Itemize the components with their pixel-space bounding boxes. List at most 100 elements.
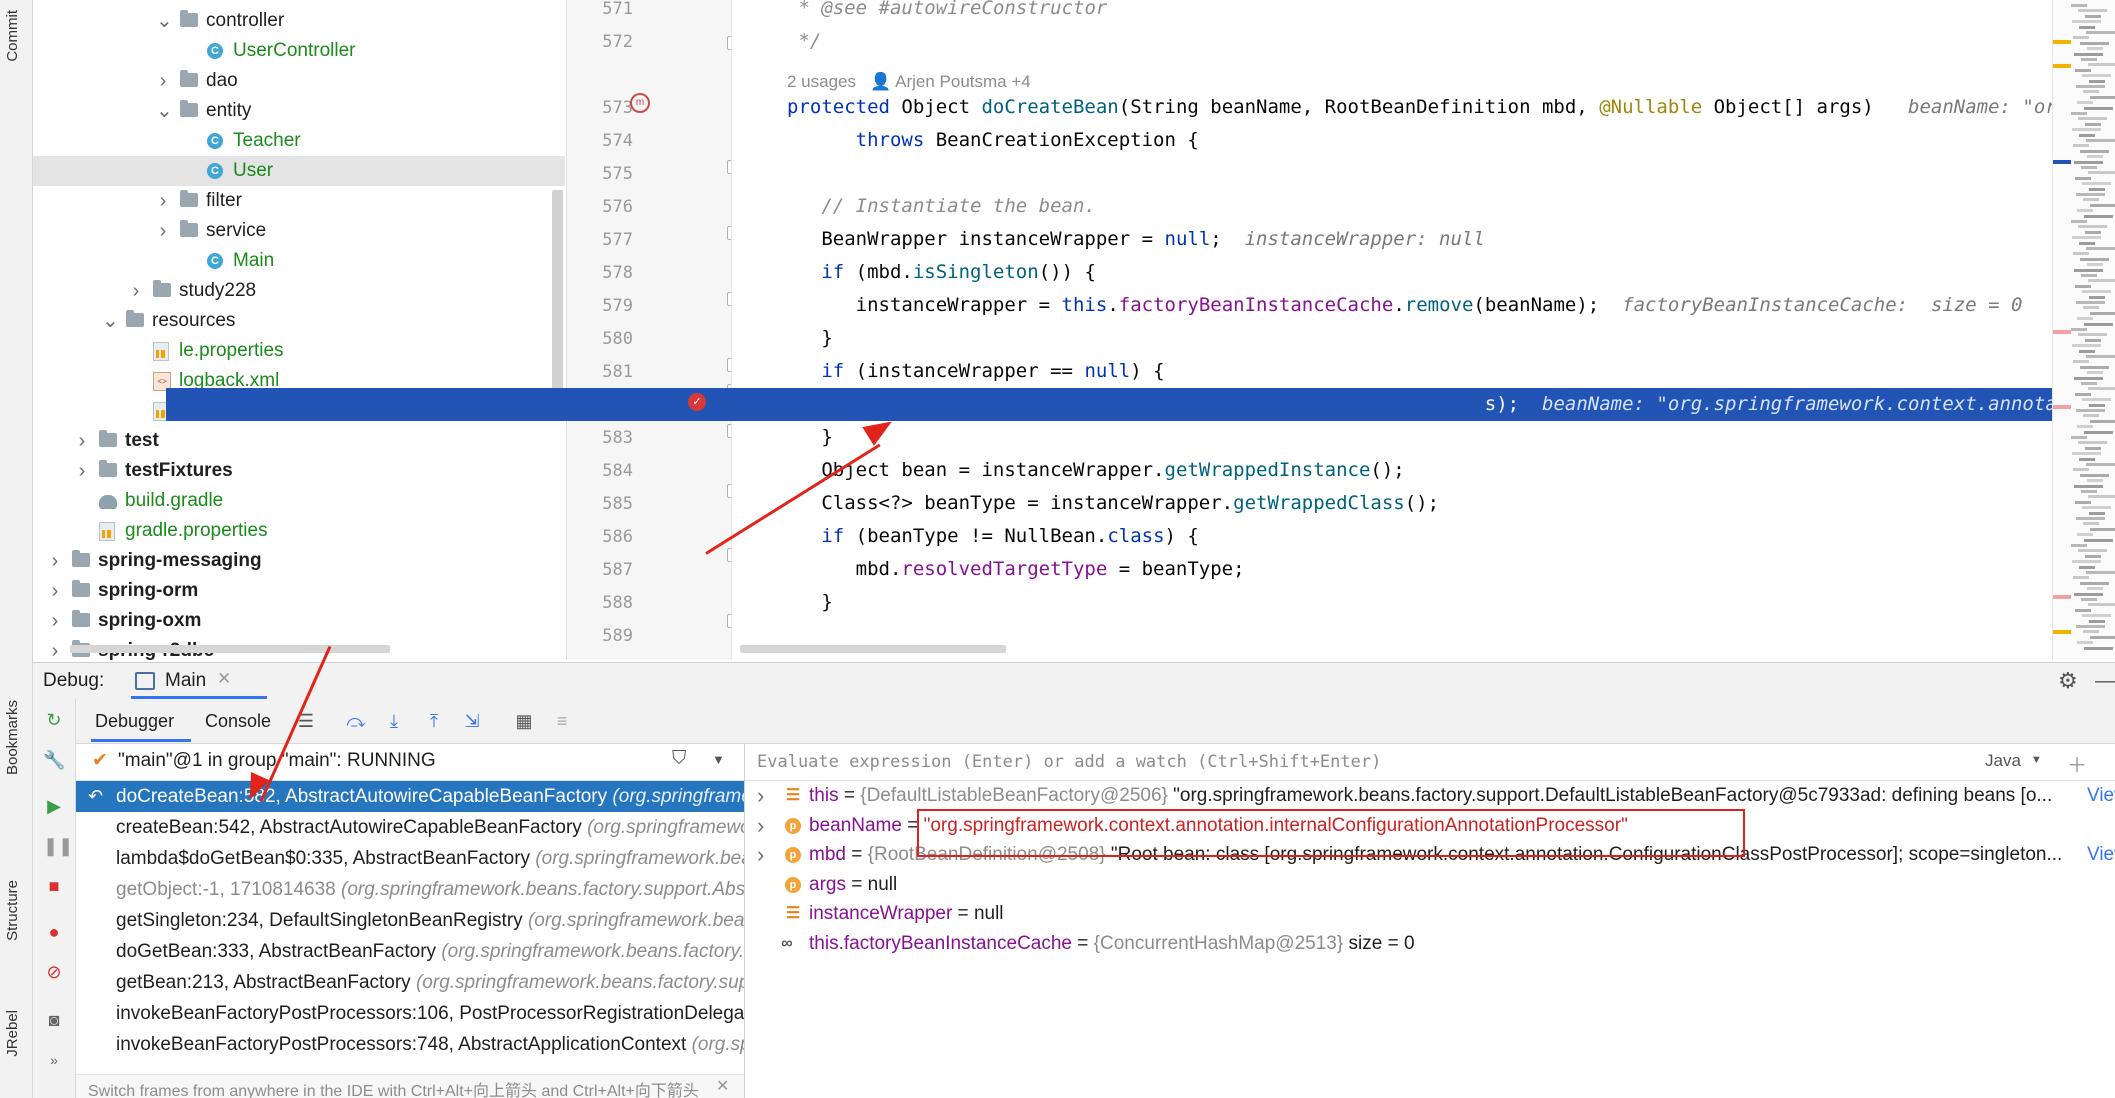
code-line[interactable]: // Instantiate the bean. <box>732 190 2052 223</box>
stack-frame[interactable]: lambda$doGetBean$0:335, AbstractBeanFact… <box>76 843 744 874</box>
language-chevron-icon[interactable]: ▼ <box>2031 754 2042 766</box>
code-line[interactable]: if (beanType != NullBean.class) { <box>732 520 2052 553</box>
view-breakpoints-icon[interactable]: ● <box>43 921 65 943</box>
jrebel-tool-tab[interactable]: JRebel <box>4 1010 21 1057</box>
code-line[interactable]: throws BeanCreationException { <box>732 124 2052 157</box>
add-watch-icon[interactable]: ＋ <box>2067 749 2087 778</box>
chevron-right-icon[interactable]: › <box>156 216 170 246</box>
usages-count[interactable]: 2 usages <box>787 72 856 91</box>
stack-frame[interactable]: getSingleton:234, DefaultSingletonBeanRe… <box>76 905 744 936</box>
chevron-right-icon[interactable]: › <box>156 66 170 96</box>
tree-item[interactable]: ⌄ controller <box>33 6 565 36</box>
chevron-right-icon[interactable]: › <box>156 186 170 216</box>
chevron-right-icon[interactable]: › <box>129 276 143 306</box>
step-out-icon[interactable]: ⤒ <box>423 710 445 732</box>
variable-row[interactable]: ∞ this.factoryBeanInstanceCache = {Concur… <box>745 929 2115 959</box>
chevron-right-icon[interactable]: › <box>75 456 89 486</box>
tree-item[interactable]: ⌄ entity <box>33 96 565 126</box>
more-icon[interactable]: » <box>43 1049 65 1071</box>
step-into-icon[interactable]: ⤓ <box>383 710 405 732</box>
tree-item[interactable]: C UserController <box>33 36 565 66</box>
code-editor[interactable]: * @see #autowireConstructor */2 usages 👤… <box>732 0 2052 660</box>
chevron-down-icon[interactable]: ⌄ <box>156 96 173 126</box>
stripe-highlight[interactable] <box>2053 405 2071 409</box>
stripe-highlight[interactable] <box>2053 630 2071 634</box>
view-link[interactable]: View <box>2081 840 2115 870</box>
tree-item[interactable]: ⌄ resources <box>33 306 565 336</box>
code-line[interactable]: BeanWrapper instanceWrapper = null; inst… <box>732 223 2052 256</box>
filter-icon[interactable]: ⛉ <box>672 748 686 770</box>
bookmarks-tool-tab[interactable]: Bookmarks <box>4 700 21 775</box>
stack-frame[interactable]: invokeBeanFactoryPostProcessors:748, Abs… <box>76 1029 744 1060</box>
code-line[interactable] <box>732 157 2052 190</box>
tree-item[interactable]: › test <box>33 426 565 456</box>
author-inlay[interactable]: Arjen Poutsma +4 <box>895 72 1031 91</box>
stripe-highlight[interactable] <box>2053 160 2071 164</box>
code-line[interactable]: protected Object doCreateBean(String bea… <box>732 91 2052 124</box>
pause-icon[interactable]: ❚❚ <box>43 835 73 857</box>
stripe-highlight[interactable] <box>2053 40 2071 44</box>
commit-tool-tab[interactable]: Commit <box>4 10 21 62</box>
stripe-highlight[interactable] <box>2053 64 2071 68</box>
run-to-cursor-icon[interactable]: ⇲ <box>461 710 483 732</box>
tree-item[interactable]: › study228 <box>33 276 565 306</box>
tree-item[interactable]: › spring-messaging <box>33 546 565 576</box>
tab-console[interactable]: Console <box>205 711 271 732</box>
step-over-icon[interactable]: ⤼ <box>345 710 367 732</box>
chevron-down-icon[interactable]: ⌄ <box>102 306 119 336</box>
code-line[interactable]: if (instanceWrapper == null) { <box>732 355 2052 388</box>
watch-input[interactable]: Evaluate expression (Enter) or add a wat… <box>757 752 1381 772</box>
tree-item[interactable]: C User <box>33 156 565 186</box>
code-line[interactable]: */ <box>732 25 2052 58</box>
chevron-right-icon[interactable]: › <box>48 576 62 606</box>
tree-item[interactable]: › filter <box>33 186 565 216</box>
chevron-right-icon[interactable]: › <box>48 606 62 636</box>
stack-frame[interactable]: getObject:-1, 1710814638 (org.springfram… <box>76 874 744 905</box>
tree-item[interactable]: le.properties <box>33 336 565 366</box>
tree-item[interactable]: › spring-orm <box>33 576 565 606</box>
minimize-icon[interactable]: — <box>2095 670 2115 693</box>
expand-chevron-icon[interactable]: › <box>757 811 764 841</box>
tree-item[interactable]: › spring-oxm <box>33 606 565 636</box>
camera-icon[interactable]: ◙ <box>43 1009 65 1031</box>
trace-icon[interactable]: ≡ <box>551 710 573 732</box>
editor-hscrollbar[interactable] <box>740 645 1006 653</box>
error-stripe[interactable] <box>2052 0 2115 660</box>
stack-frame[interactable]: ↶ doCreateBean:582, AbstractAutowireCapab… <box>76 781 744 812</box>
code-line[interactable]: instanceWrapper = this.factoryBeanInstan… <box>732 289 2052 322</box>
project-tree[interactable]: ⌄ controller C UserController › dao ⌄ entity C Te… <box>33 0 565 660</box>
stack-frame[interactable]: createBean:542, AbstractAutowireCapableB… <box>76 812 744 843</box>
evaluate-icon[interactable]: ▦ <box>513 710 535 732</box>
project-tree-hscrollbar[interactable] <box>70 645 390 653</box>
code-line[interactable]: } <box>732 322 2052 355</box>
tree-item[interactable]: › testFixtures <box>33 456 565 486</box>
variable-row[interactable]: › ☰ this = {DefaultListableBeanFactory@250… <box>745 781 2115 811</box>
code-line[interactable]: * @see #autowireConstructor <box>732 0 2052 25</box>
tree-item[interactable]: build.gradle <box>33 486 565 516</box>
tree-item[interactable]: gradle.properties <box>33 516 565 546</box>
language-selector[interactable]: Java <box>1985 751 2021 771</box>
expand-chevron-icon[interactable]: › <box>757 840 764 870</box>
code-line[interactable]: } <box>732 421 2052 454</box>
variable-row[interactable]: p args = null <box>745 870 2115 900</box>
breakpoint-icon[interactable]: ✓ <box>688 393 706 411</box>
stripe-highlight[interactable] <box>2053 330 2071 334</box>
run-config-tab[interactable]: Main <box>165 670 206 692</box>
chevron-down-icon[interactable]: ▼ <box>712 752 725 767</box>
stack-frame[interactable]: invokeBeanFactoryPostProcessors:106, Pos… <box>76 998 744 1029</box>
tab-debugger[interactable]: Debugger <box>95 711 174 732</box>
thread-selector[interactable]: ✔ "main"@1 in group "main": RUNNING ⛉ ▼ <box>76 744 744 781</box>
mute-breakpoints-icon[interactable]: ⊘ <box>43 961 65 983</box>
code-line[interactable]: if (mbd.isSingleton()) { <box>732 256 2052 289</box>
override-method-icon[interactable]: m <box>630 93 650 113</box>
code-line[interactable]: 2 usages 👤 Arjen Poutsma +4 <box>732 58 2052 91</box>
chevron-down-icon[interactable]: ⌄ <box>156 6 173 36</box>
stack-frame[interactable]: getBean:213, AbstractBeanFactory (org.sp… <box>76 967 744 998</box>
frame-list[interactable]: ↶ doCreateBean:582, AbstractAutowireCapab… <box>76 781 744 1061</box>
project-tree-scrollbar[interactable] <box>552 190 563 412</box>
code-line[interactable]: mbd.resolvedTargetType = beanType; <box>732 553 2052 586</box>
rerun-icon[interactable]: ↻ <box>43 709 65 731</box>
expand-chevron-icon[interactable]: › <box>757 781 764 811</box>
tree-item[interactable]: › dao <box>33 66 565 96</box>
wrench-icon[interactable]: 🔧 <box>43 749 65 771</box>
